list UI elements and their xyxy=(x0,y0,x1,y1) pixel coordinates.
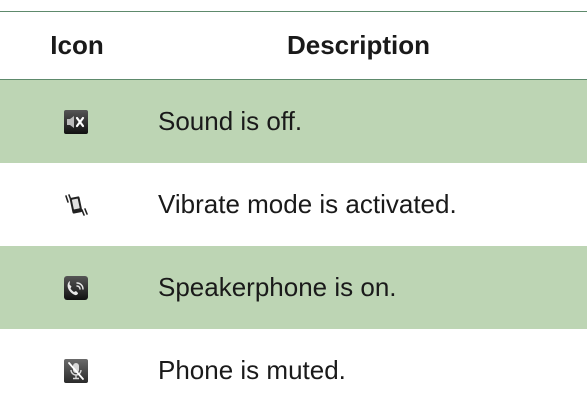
row-description: Speakerphone is on. xyxy=(158,272,397,302)
table-row: Speakerphone is on. xyxy=(0,246,587,329)
icon-cell xyxy=(50,163,102,246)
icon-cell xyxy=(50,80,102,163)
icon-description-table: Icon Description Sound is off. Vibrate m… xyxy=(0,0,587,412)
icon-cell xyxy=(50,329,102,412)
table-row: Phone is muted. xyxy=(0,329,587,412)
table-header: Icon Description xyxy=(0,12,587,79)
mute-mic-icon xyxy=(64,358,88,383)
icon-column-header: Icon xyxy=(50,30,104,60)
row-description: Sound is off. xyxy=(158,106,303,136)
speakerphone-icon xyxy=(64,275,88,300)
description-column-header: Description xyxy=(286,30,431,60)
table-row: Sound is off. xyxy=(0,80,587,163)
row-description: Phone is muted. xyxy=(158,355,346,385)
vibrate-icon xyxy=(65,193,88,216)
row-description: Vibrate mode is activated. xyxy=(158,189,457,219)
sound-off-icon xyxy=(64,109,88,134)
table-row: Vibrate mode is activated. xyxy=(0,163,587,246)
icon-cell xyxy=(50,246,102,329)
